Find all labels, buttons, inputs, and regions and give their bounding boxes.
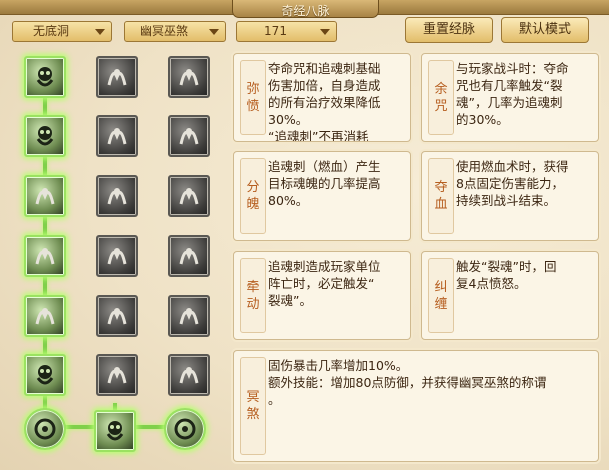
card-description: 触发“裂魂”时，回 复4点愤怒。 bbox=[456, 259, 557, 291]
meridian-node[interactable] bbox=[24, 235, 66, 277]
card-name: 分 魄 bbox=[246, 180, 260, 212]
meridian-node[interactable] bbox=[168, 175, 210, 217]
card-name-box: 纠 缠 bbox=[428, 258, 454, 333]
subschool-dropdown[interactable]: 幽冥巫煞 bbox=[124, 21, 226, 42]
meridian-window: 奇经八脉 无底洞 幽冥巫煞 171 重置经脉 默认模式 弥 愤 夺命咒和追魂刺基… bbox=[0, 0, 609, 470]
chevron-down-icon bbox=[209, 29, 219, 35]
meridian-card: 夺 血 使用燃血术时，获得 8点固定伤害能力， 持续到战斗结束。 bbox=[421, 151, 599, 241]
card-name: 牵 动 bbox=[246, 279, 260, 312]
card-name: 冥 煞 bbox=[246, 390, 260, 422]
meridian-node[interactable] bbox=[24, 295, 66, 337]
meridian-node[interactable] bbox=[94, 410, 136, 452]
meridian-tree bbox=[12, 48, 222, 462]
window-title: 奇经八脉 bbox=[281, 4, 330, 18]
meridian-card: 余 咒 与玩家战斗时：夺命 咒也有几率触发“裂 魂”，几率为追魂刺 的30%。 bbox=[421, 53, 599, 142]
meridian-node[interactable] bbox=[96, 115, 138, 157]
card-name: 纠 缠 bbox=[434, 279, 448, 312]
default-mode-button[interactable]: 默认模式 bbox=[501, 17, 589, 43]
card-description: 与玩家战斗时：夺命 咒也有几率触发“裂 魂”，几率为追魂刺 的30%。 bbox=[456, 61, 569, 127]
meridian-node[interactable] bbox=[96, 354, 138, 396]
meridian-node[interactable] bbox=[24, 175, 66, 217]
card-name-box: 分 魄 bbox=[240, 158, 266, 234]
chevron-down-icon bbox=[95, 29, 105, 35]
title-tab: 奇经八脉 bbox=[232, 0, 379, 18]
meridian-card-wide: 冥 煞 固伤暴击几率增加10%。 额外技能：增加80点防御，并获得幽冥巫煞的称谓… bbox=[233, 350, 599, 462]
chevron-down-icon bbox=[320, 29, 330, 35]
meridian-card: 弥 愤 夺命咒和追魂刺基础 伤害加倍，自身造成 的所有治疗效果降低 30%。 “… bbox=[233, 53, 411, 142]
card-description: 固伤暴击几率增加10%。 额外技能：增加80点防御，并获得幽冥巫煞的称谓 。 bbox=[268, 358, 547, 407]
meridian-node[interactable] bbox=[168, 56, 210, 98]
card-description: 夺命咒和追魂刺基础 伤害加倍，自身造成 的所有治疗效果降低 30%。 “追魂刺”… bbox=[268, 61, 381, 142]
card-description: 追魂刺（燃血）产生 目标魂魄的几率提高 80%。 bbox=[268, 159, 381, 208]
meridian-node[interactable] bbox=[168, 295, 210, 337]
meridian-node[interactable] bbox=[24, 354, 66, 396]
meridian-node[interactable] bbox=[96, 56, 138, 98]
meridian-node[interactable] bbox=[168, 235, 210, 277]
school-dropdown[interactable]: 无底洞 bbox=[12, 21, 112, 42]
meridian-node[interactable] bbox=[168, 115, 210, 157]
meridian-node[interactable] bbox=[96, 175, 138, 217]
card-name: 余 咒 bbox=[434, 81, 448, 114]
school-dropdown-label: 无底洞 bbox=[32, 24, 69, 38]
card-name: 弥 愤 bbox=[246, 81, 260, 114]
meridian-node[interactable] bbox=[96, 235, 138, 277]
level-dropdown-label: 171 bbox=[264, 24, 287, 38]
subschool-dropdown-label: 幽冥巫煞 bbox=[139, 24, 188, 38]
card-name-box: 弥 愤 bbox=[240, 60, 266, 135]
meridian-card: 牵 动 追魂刺造成玩家单位 阵亡时，必定触发“ 裂魂”。 bbox=[233, 251, 411, 340]
reset-meridian-button[interactable]: 重置经脉 bbox=[405, 17, 493, 43]
meridian-card: 分 魄 追魂刺（燃血）产生 目标魂魄的几率提高 80%。 bbox=[233, 151, 411, 241]
meridian-node[interactable] bbox=[24, 115, 66, 157]
card-description: 追魂刺造成玩家单位 阵亡时，必定触发“ 裂魂”。 bbox=[268, 259, 381, 308]
card-name-box: 余 咒 bbox=[428, 60, 454, 135]
meridian-node[interactable] bbox=[24, 56, 66, 98]
card-description: 使用燃血术时，获得 8点固定伤害能力， 持续到战斗结束。 bbox=[456, 159, 569, 208]
card-name-box: 冥 煞 bbox=[240, 357, 266, 455]
card-name-box: 夺 血 bbox=[428, 158, 454, 234]
meridian-node[interactable] bbox=[168, 354, 210, 396]
meridian-node[interactable] bbox=[24, 408, 66, 450]
meridian-node[interactable] bbox=[96, 295, 138, 337]
meridian-card: 纠 缠 触发“裂魂”时，回 复4点愤怒。 bbox=[421, 251, 599, 340]
card-name: 夺 血 bbox=[434, 180, 448, 212]
level-dropdown[interactable]: 171 bbox=[236, 21, 337, 42]
meridian-node[interactable] bbox=[164, 408, 206, 450]
card-name-box: 牵 动 bbox=[240, 258, 266, 333]
